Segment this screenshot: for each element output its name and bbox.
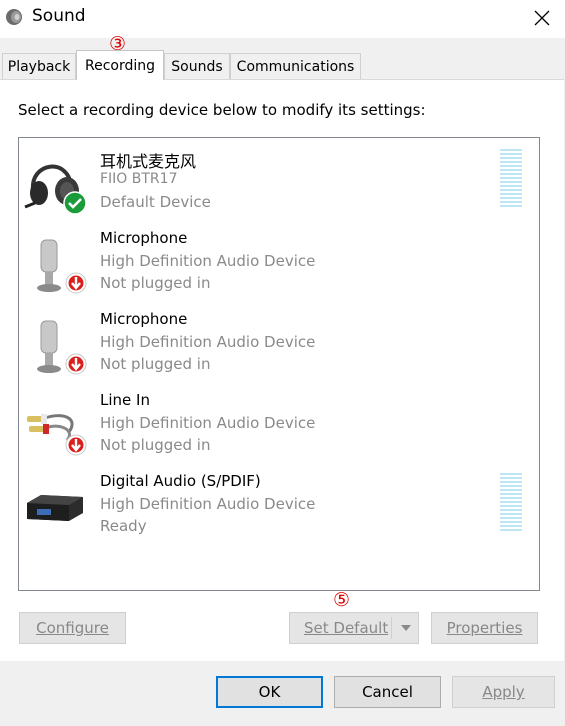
device-name: Digital Audio (S/PDIF) (100, 472, 261, 490)
device-list[interactable]: 耳机式麦克风 FIIO BTR17 Default Device Microph… (18, 137, 540, 591)
unplugged-badge-icon (65, 434, 87, 456)
device-item-microphone-1[interactable]: Microphone High Definition Audio Device … (19, 224, 539, 302)
ok-button[interactable]: OK (216, 676, 323, 708)
unplugged-badge-icon (65, 272, 87, 294)
window-title: Sound (32, 6, 86, 26)
level-meter (500, 149, 522, 209)
apply-label: Apply (482, 683, 525, 701)
tab-recording[interactable]: Recording (76, 50, 164, 80)
tab-strip: Playback Recording Sounds Communications (0, 50, 565, 80)
default-check-badge-icon (63, 191, 87, 215)
device-item-headset[interactable]: 耳机式麦克风 FIIO BTR17 Default Device (19, 143, 539, 221)
level-meter (500, 473, 522, 533)
annotation-marker-set-default: ⑤ (333, 589, 351, 611)
cancel-button[interactable]: Cancel (334, 676, 441, 708)
device-name: Microphone (100, 310, 188, 328)
tab-communications[interactable]: Communications (230, 53, 361, 79)
device-item-microphone-2[interactable]: Microphone High Definition Audio Device … (19, 305, 539, 383)
properties-label: Properties (446, 619, 523, 637)
close-icon (534, 10, 550, 26)
spdif-device-icon (27, 495, 83, 521)
chevron-down-icon[interactable] (400, 624, 412, 632)
device-description: High Definition Audio Device (100, 495, 316, 513)
unplugged-badge-icon (65, 353, 87, 375)
speaker-icon (6, 9, 22, 25)
configure-button[interactable]: Configure (19, 612, 126, 644)
set-default-button[interactable]: Set Default (289, 612, 419, 644)
device-name: Microphone (100, 229, 188, 247)
device-status: Ready (100, 517, 147, 535)
recording-panel: Select a recording device below to modif… (0, 79, 564, 662)
device-status: Not plugged in (100, 436, 211, 454)
tab-playback[interactable]: Playback (2, 53, 76, 79)
properties-button[interactable]: Properties (431, 612, 538, 644)
device-status: Default Device (100, 193, 211, 211)
device-item-digital-audio[interactable]: Digital Audio (S/PDIF) High Definition A… (19, 467, 539, 545)
tab-sounds[interactable]: Sounds (164, 53, 230, 79)
device-status: Not plugged in (100, 355, 211, 373)
title-bar: Sound (0, 0, 565, 38)
dialog-footer: OK Cancel Apply (0, 661, 565, 726)
device-description: High Definition Audio Device (100, 252, 316, 270)
device-status: Not plugged in (100, 274, 211, 292)
device-description: FIIO BTR17 (100, 171, 178, 187)
device-description: High Definition Audio Device (100, 333, 316, 351)
set-default-label: Set Default (304, 619, 389, 637)
configure-label: Configure (36, 619, 109, 637)
device-description: High Definition Audio Device (100, 414, 316, 432)
apply-button[interactable]: Apply (452, 676, 555, 708)
device-item-line-in[interactable]: Line In High Definition Audio Device Not… (19, 386, 539, 464)
close-button[interactable] (519, 0, 565, 36)
split-divider (391, 617, 392, 639)
device-name: Line In (100, 391, 150, 409)
device-name: 耳机式麦克风 (100, 152, 197, 171)
instruction-text: Select a recording device below to modif… (18, 101, 426, 119)
